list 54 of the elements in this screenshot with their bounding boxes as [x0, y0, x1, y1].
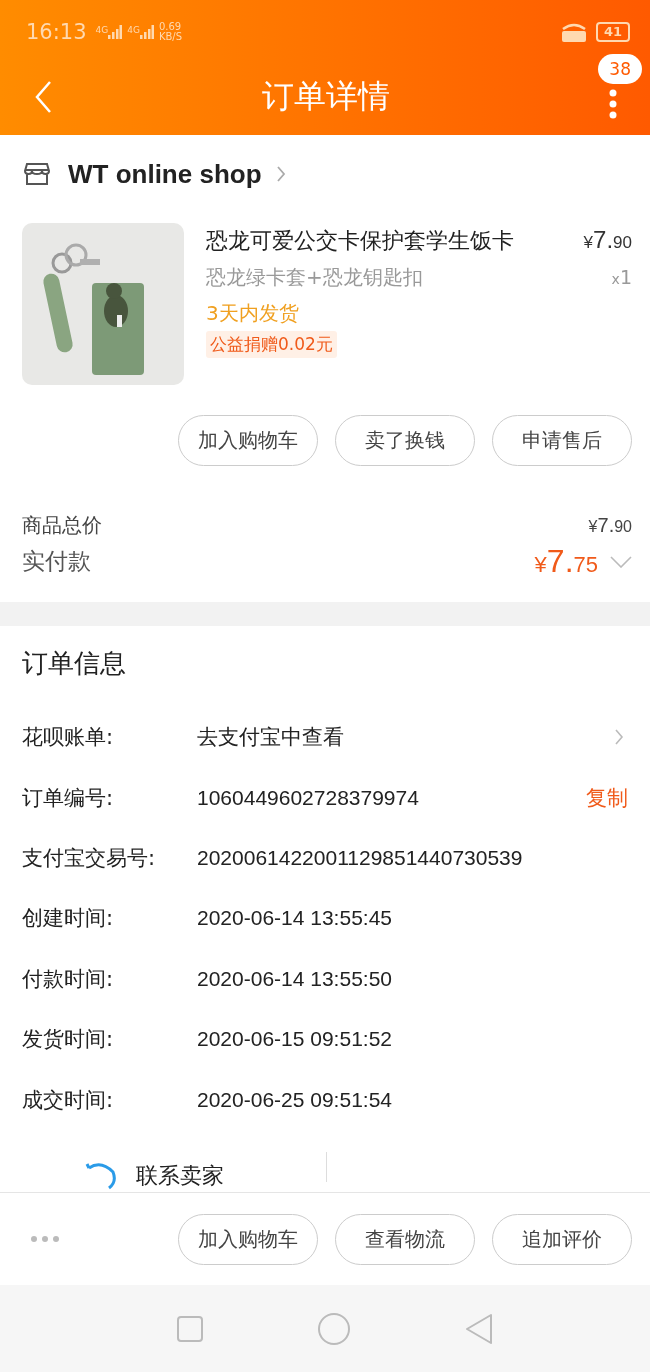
quantity: x 1	[611, 266, 632, 288]
back-icon[interactable]	[34, 79, 54, 114]
product-title[interactable]: 恐龙可爱公交卡保护套学生饭卡	[206, 223, 514, 259]
alipay-link[interactable]: 去支付宝中查看	[197, 723, 614, 752]
total-label: 商品总价	[22, 512, 102, 539]
section-title: 订单信息	[22, 647, 127, 680]
signal-icon	[139, 25, 154, 39]
action-button[interactable]: 加入购物车	[178, 1213, 318, 1265]
shop-icon	[24, 162, 50, 186]
page-title: 订单详情	[262, 75, 390, 117]
field-value: 2020-06-25 09:51:54	[197, 1087, 393, 1112]
status-time: 16:13	[26, 20, 87, 44]
more-icon[interactable]	[609, 89, 617, 119]
field-value: 1060449602728379974	[197, 785, 420, 810]
field-label: 付款时间:	[22, 965, 115, 993]
chevron-right-icon	[275, 165, 286, 183]
field-value: 2020061422001129851440730539	[197, 846, 524, 871]
shop-name[interactable]: WT online shop	[68, 158, 262, 190]
speed-unit: KB/S	[158, 32, 183, 42]
chevron-right-icon	[614, 728, 624, 747]
battery-icon: 41	[595, 22, 630, 42]
field-value: 2020-06-14 13:55:50	[197, 966, 393, 991]
network-label: 4G	[127, 25, 140, 35]
more-icon[interactable]	[30, 1235, 60, 1243]
contact-seller-link[interactable]: 联系卖家	[136, 1161, 224, 1190]
total-label: 实付款	[22, 547, 91, 576]
product-variant: 恐龙绿卡套+恐龙钥匙扣	[206, 264, 423, 291]
recent-apps-icon[interactable]	[176, 1314, 205, 1343]
message-count-badge: 38	[598, 54, 642, 84]
price: ¥7.90	[583, 226, 632, 254]
speed-value: 0.69	[158, 22, 183, 32]
field-label: 成交时间:	[22, 1086, 115, 1114]
action-button[interactable]: 申请售后	[492, 415, 632, 466]
field-value: 2020-06-14 13:55:45	[197, 906, 393, 931]
shipping-note: 3天内发货	[206, 300, 300, 327]
field-value: 2020-06-15 09:51:52	[197, 1027, 393, 1052]
field-label: 支付宝交易号:	[22, 845, 157, 873]
donation-tag: 公益捐赠0.02元	[206, 331, 337, 358]
chevron-down-icon	[610, 555, 632, 568]
chat-icon	[84, 1161, 118, 1192]
action-button[interactable]: 加入购物车	[178, 415, 318, 466]
action-button[interactable]: 查看物流	[335, 1213, 475, 1265]
network-label: 4G	[95, 25, 109, 35]
back-icon[interactable]	[463, 1312, 494, 1345]
price: ¥7.75	[534, 543, 598, 580]
field-label: 订单编号:	[22, 784, 115, 812]
home-icon[interactable]	[317, 1311, 351, 1346]
field-label: 发货时间:	[22, 1026, 115, 1054]
field-label: 创建时间:	[22, 905, 115, 933]
field-label: 花呗账单:	[22, 724, 115, 752]
action-button[interactable]: 卖了换钱	[335, 415, 475, 466]
price: ¥7.90	[588, 514, 632, 537]
signal-icon	[108, 25, 123, 39]
action-button[interactable]: 追加评价	[492, 1213, 632, 1265]
